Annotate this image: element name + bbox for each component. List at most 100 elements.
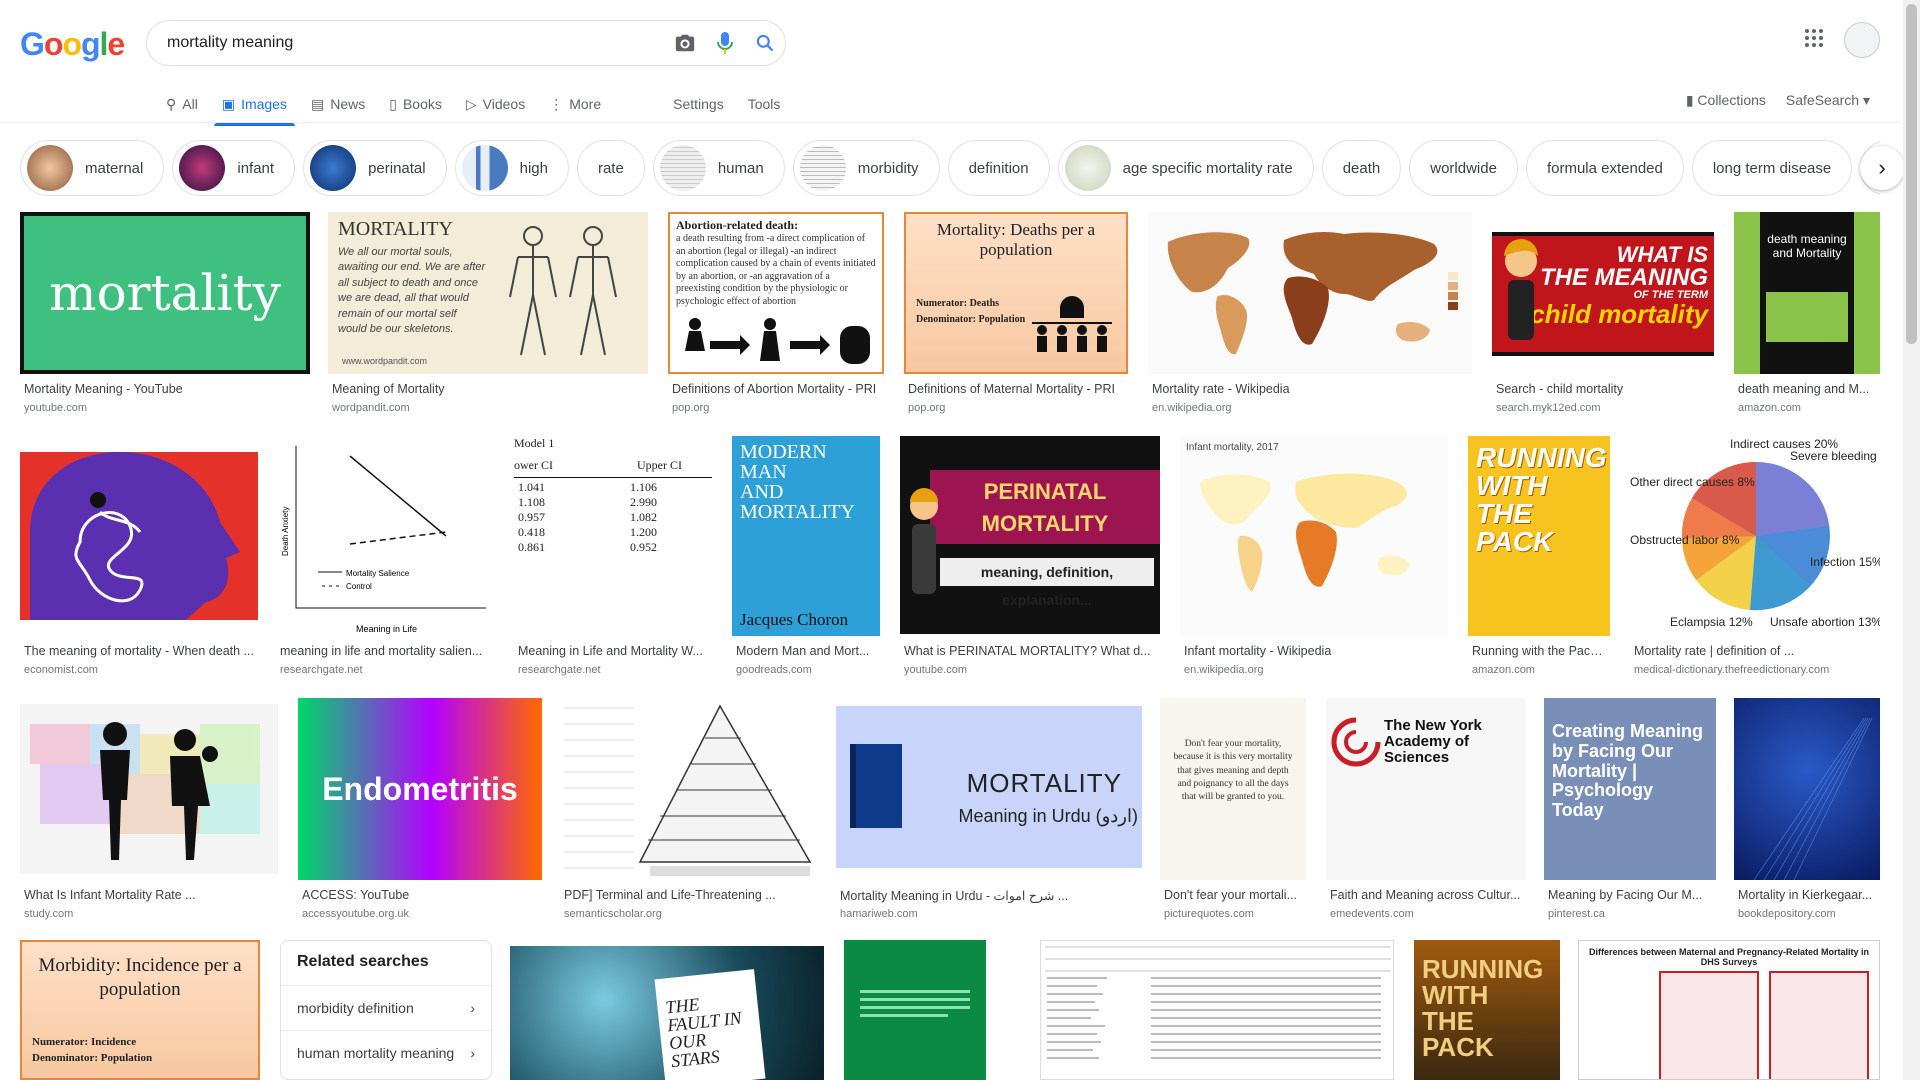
google-logo[interactable]: Google <box>20 26 125 63</box>
result-thumbnail[interactable]: MORTALITY Meaning in Urdu (اردو) <box>836 706 1142 868</box>
result-title[interactable]: death meaning and M... <box>1738 382 1876 396</box>
result-tile[interactable]: Abortion-related death: a death resultin… <box>668 212 884 420</box>
result-thumbnail[interactable]: The New York Academy of Sciences <box>1326 698 1526 880</box>
result-thumbnail[interactable] <box>844 940 986 1080</box>
result-thumbnail[interactable]: Infant mortality, 2017 <box>1180 436 1448 636</box>
result-thumbnail[interactable]: Indirect causes 20% Severe bleeding 24% … <box>1630 436 1880 636</box>
result-title[interactable]: meaning in life and mortality salien... <box>280 644 490 658</box>
avatar[interactable] <box>1844 22 1880 58</box>
result-title[interactable]: PDF] Terminal and Life-Threatening ... <box>564 888 814 902</box>
result-tile[interactable]: Model 1 ower CI Upper CI 1.041 1.108 0.957 0… <box>514 436 712 676</box>
result-title[interactable]: Mortality in Kierkegaar... <box>1738 888 1876 902</box>
chip[interactable]: formula extended <box>1525 140 1684 196</box>
result-thumbnail[interactable] <box>20 452 258 620</box>
result-tile[interactable]: Mortality in Kierkegaar... bookdepositor… <box>1734 698 1880 920</box>
result-thumbnail[interactable] <box>20 704 278 874</box>
result-tile[interactable]: WHAT IS THE MEANING OF THE TERM child mo… <box>1492 212 1714 420</box>
tab-images[interactable]: ▣ Images <box>213 86 296 126</box>
result-title[interactable]: Definitions of Abortion Mortality - PRI <box>672 382 880 396</box>
result-tile[interactable]: THE FAULT IN OUR STARS <box>510 946 824 1080</box>
result-title[interactable]: Running with the Pack... <box>1472 644 1606 658</box>
result-thumbnail[interactable] <box>1040 940 1394 1080</box>
result-tile[interactable]: MORTALITY Meaning in Urdu (اردو) Mortali… <box>836 698 1142 920</box>
result-title[interactable]: What Is Infant Mortality Rate ... <box>24 888 274 902</box>
chevron-right-icon[interactable]: › <box>1860 146 1904 190</box>
result-title[interactable]: What is PERINATAL MORTALITY? What d... <box>904 644 1156 658</box>
tab-more[interactable]: ⋮ More <box>549 86 601 122</box>
result-thumbnail[interactable]: Model 1 ower CI Upper CI 1.041 1.108 0.957 0… <box>514 436 712 636</box>
result-thumbnail[interactable]: mortality <box>20 212 310 374</box>
result-thumbnail[interactable]: Creating Meaning by Facing Our Mortality… <box>1544 698 1716 880</box>
result-thumbnail[interactable] <box>560 698 818 880</box>
result-thumbnail[interactable]: THE FAULT IN OUR STARS <box>510 946 824 1080</box>
result-tile[interactable]: PERINATAL MORTALITY meaning, definition, … <box>900 436 1160 676</box>
result-title[interactable]: Meaning in Life and Mortality W... <box>518 644 708 658</box>
chip[interactable]: high <box>454 140 569 196</box>
result-tile[interactable]: Don't fear your mortality, because it is… <box>1160 698 1306 920</box>
result-tile[interactable]: Indirect causes 20% Severe bleeding 24% … <box>1630 436 1880 676</box>
result-tile[interactable] <box>1040 940 1394 1080</box>
result-tile[interactable]: Infant mortality, 2017 Infant mortality … <box>1180 436 1448 676</box>
result-tile[interactable]: PDF] Terminal and Life-Threatening ... s… <box>560 698 818 920</box>
chip[interactable]: maternal <box>20 140 165 196</box>
result-tile[interactable]: mortality Mortality Meaning - YouTube yo… <box>20 212 310 420</box>
tab-news[interactable]: ▤ News <box>311 86 365 122</box>
result-tile[interactable]: RUNNING WITH THE PACK <box>1414 940 1560 1080</box>
result-title[interactable]: Mortality rate - Wikipedia <box>1152 382 1468 396</box>
apps-grid-icon[interactable] <box>1804 28 1824 53</box>
result-title[interactable]: Mortality Meaning in Urdu - شرح اموات ..… <box>840 888 1138 903</box>
related-item[interactable]: human mortality meaning › <box>281 1030 491 1075</box>
chip[interactable]: infant <box>172 140 296 196</box>
result-thumbnail[interactable]: Abortion-related death: a death resultin… <box>668 212 884 374</box>
result-thumbnail[interactable]: Don't fear your mortality, because it is… <box>1160 698 1306 880</box>
result-tile[interactable]: Mortality Salience Control Meaning in Life… <box>276 436 494 676</box>
chip[interactable]: worldwide <box>1409 140 1518 196</box>
result-title[interactable]: Meaning of Mortality <box>332 382 644 396</box>
result-thumbnail[interactable]: Differences between Maternal and Pregnan… <box>1578 940 1880 1080</box>
result-thumbnail[interactable]: WHAT IS THE MEANING OF THE TERM child mo… <box>1492 212 1714 374</box>
result-tile[interactable]: death meaning and Mortality death meanin… <box>1734 212 1880 420</box>
tools-link[interactable]: Tools <box>748 86 781 122</box>
result-tile[interactable]: Morbidity: Incidence per a population Nu… <box>20 940 260 1080</box>
safesearch-dropdown[interactable]: SafeSearch ▾ <box>1786 92 1870 109</box>
tab-books[interactable]: ▯ Books <box>389 86 442 122</box>
result-thumbnail[interactable]: Endometritis <box>298 698 542 880</box>
chip[interactable]: perinatal <box>303 140 447 196</box>
result-thumbnail[interactable]: MODERN MAN AND MORTALITY Jacques Choron <box>732 436 880 636</box>
result-thumbnail[interactable]: Mortality: Deaths per a population Numer… <box>904 212 1128 374</box>
scrollbar[interactable] <box>1903 0 1920 1080</box>
search-input[interactable] <box>167 34 665 52</box>
settings-link[interactable]: Settings <box>673 86 724 122</box>
chip[interactable]: death <box>1321 140 1402 196</box>
result-tile[interactable] <box>844 940 986 1080</box>
result-title[interactable]: Search - child mortality <box>1496 382 1710 396</box>
result-thumbnail[interactable]: RUNNING WITH THE PACK <box>1414 940 1560 1080</box>
result-tile[interactable]: Mortality rate - Wikipedia en.wikipedia.… <box>1148 212 1472 420</box>
related-item[interactable]: morbidity definition › <box>281 985 491 1030</box>
camera-icon[interactable] <box>665 23 705 63</box>
chip[interactable]: definition <box>947 140 1050 196</box>
result-thumbnail[interactable]: RUNNING WITH THE PACK <box>1468 436 1610 636</box>
result-thumbnail[interactable]: PERINATAL MORTALITY meaning, definition, … <box>900 436 1160 634</box>
chip[interactable]: long term disease <box>1691 140 1853 196</box>
chip[interactable]: morbidity <box>792 140 940 196</box>
search-icon[interactable] <box>745 23 785 63</box>
result-title[interactable]: Definitions of Maternal Mortality - PRI <box>908 382 1124 396</box>
result-tile[interactable]: MODERN MAN AND MORTALITY Jacques Choron … <box>732 436 880 676</box>
result-thumbnail[interactable]: death meaning and Mortality <box>1734 212 1880 374</box>
result-tile[interactable]: The meaning of mortality - When death ..… <box>20 436 258 676</box>
result-title[interactable]: Meaning by Facing Our M... <box>1548 888 1712 902</box>
result-thumbnail[interactable]: Mortality Salience Control Meaning in Life… <box>276 436 494 636</box>
chip[interactable]: age specific mortality rate <box>1057 140 1314 196</box>
chip[interactable]: human <box>652 140 785 196</box>
result-title[interactable]: Infant mortality - Wikipedia <box>1184 644 1444 658</box>
result-thumbnail[interactable]: Morbidity: Incidence per a population Nu… <box>20 940 260 1080</box>
result-tile[interactable]: The New York Academy of Sciences Faith a… <box>1326 698 1526 920</box>
chip[interactable]: rate <box>576 140 645 196</box>
result-tile[interactable]: MORTALITY We all our mortal souls, await… <box>328 212 648 420</box>
collections-link[interactable]: ▮ Collections <box>1686 92 1766 109</box>
tab-videos[interactable]: ▷ Videos <box>466 86 525 122</box>
result-title[interactable]: Mortality Meaning - YouTube <box>24 382 306 396</box>
result-title[interactable]: The meaning of mortality - When death ..… <box>24 644 254 658</box>
result-thumbnail[interactable]: MORTALITY We all our mortal souls, await… <box>328 212 648 374</box>
